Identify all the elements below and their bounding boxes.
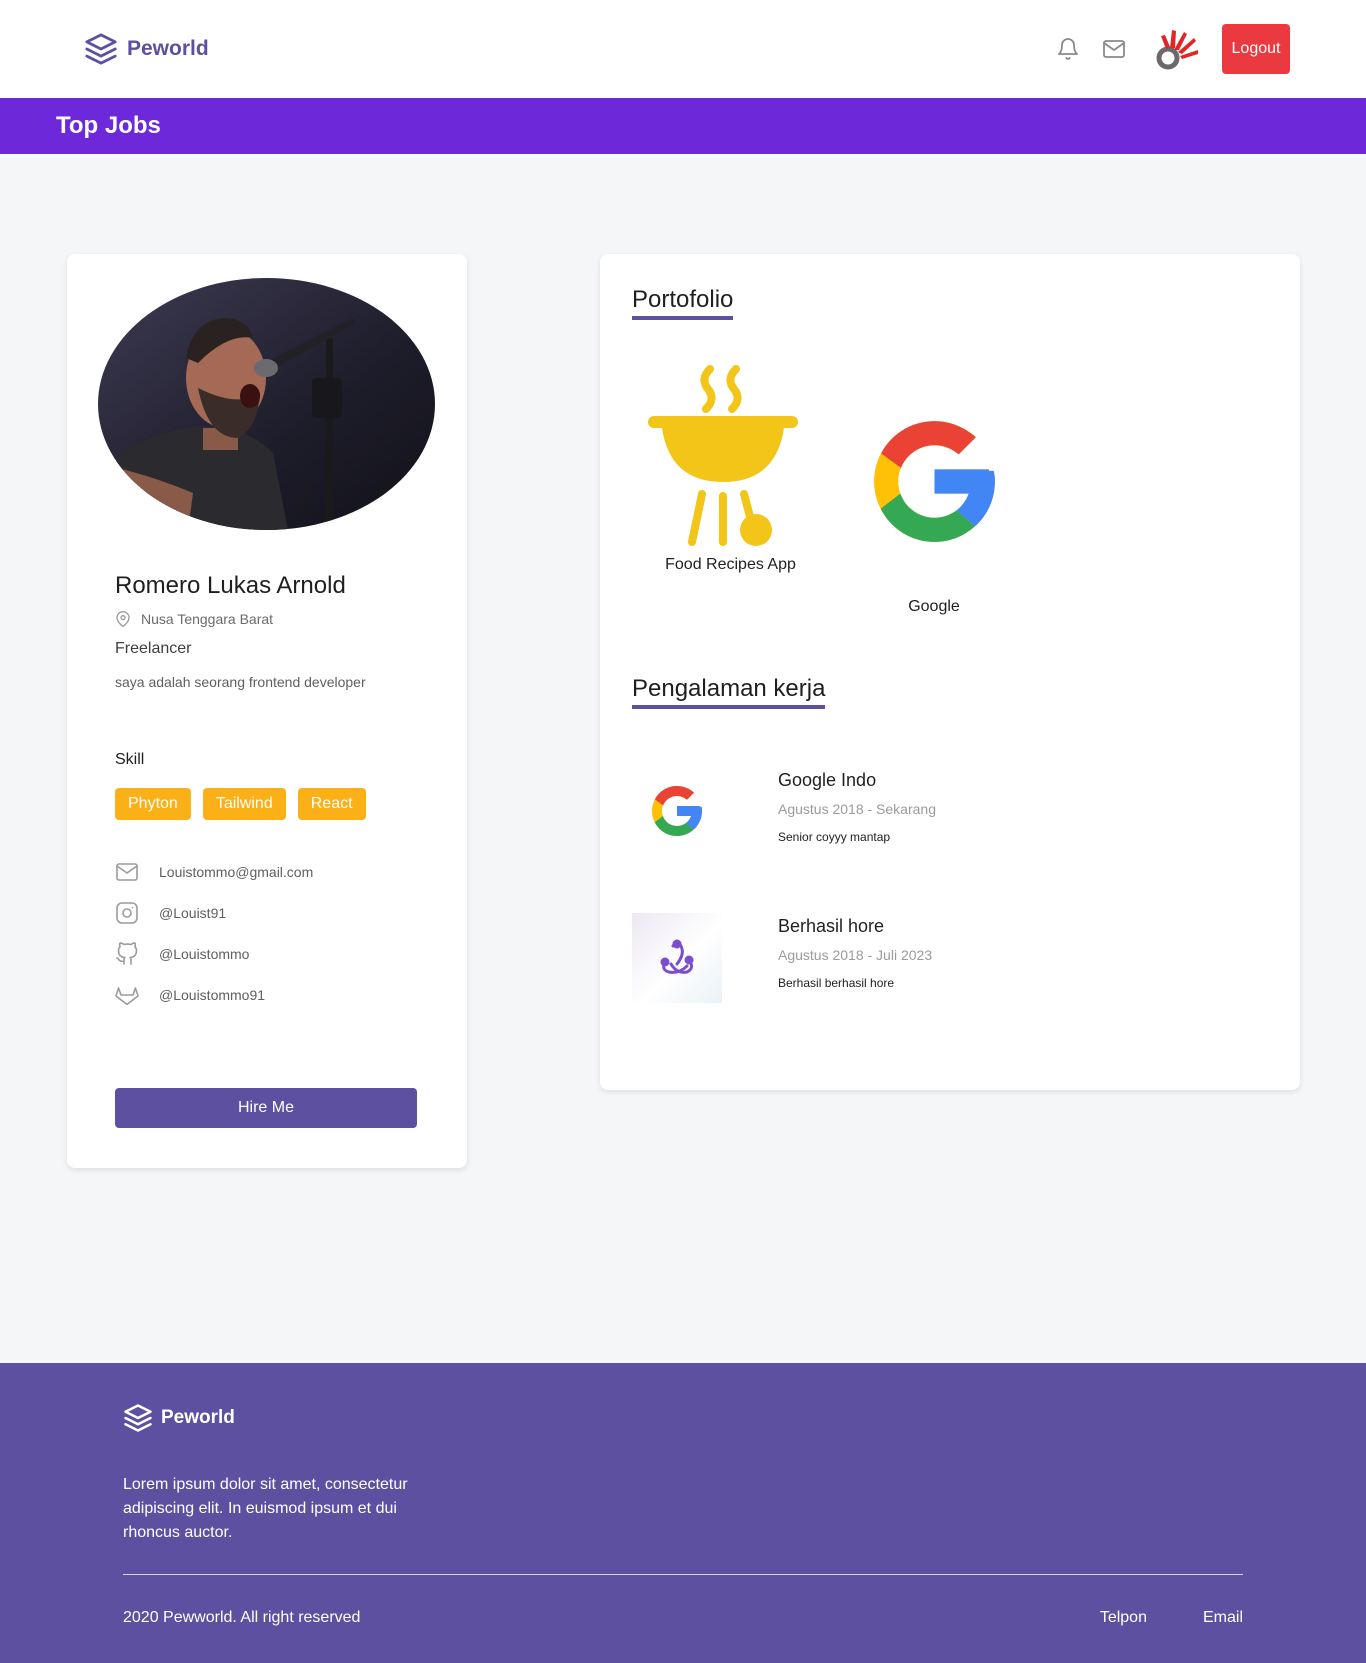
contact-email[interactable]: Louistommo@gmail.com (115, 860, 313, 884)
avatar[interactable] (1154, 26, 1200, 72)
layers-icon (85, 33, 117, 65)
footer-divider (123, 1574, 1243, 1575)
portfolio-card: Portofolio Food Recipes App Google Penga… (600, 254, 1300, 1090)
contact-gitlab-text: @Louistommo91 (159, 987, 266, 1003)
skill-title: Skill (115, 751, 145, 768)
footer-link-email[interactable]: Email (1203, 1609, 1243, 1627)
footer-links: Telpon Email (1100, 1609, 1243, 1627)
skill-tag: Tailwind (202, 788, 286, 820)
contact-list: Louistommo@gmail.com @Louist91 @Louistom… (115, 860, 313, 1024)
experience-description: Senior coyyy mantap (778, 830, 891, 844)
bell-icon[interactable] (1056, 37, 1080, 61)
contact-email-text: Louistommo@gmail.com (159, 864, 314, 880)
profile-photo-image (98, 278, 435, 530)
gitlab-icon (115, 987, 139, 1006)
banner-title: Top Jobs (56, 112, 161, 139)
redux-icon (660, 939, 694, 974)
logout-button[interactable]: Logout (1222, 24, 1290, 74)
mail-icon[interactable] (1102, 37, 1126, 61)
profile-bio: saya adalah seorang frontend developer (115, 674, 366, 690)
profile-role: Freelancer (115, 640, 192, 657)
experience-logo (632, 766, 722, 856)
footer-brand-name: Peworld (161, 1407, 235, 1428)
top-banner: Top Jobs (0, 98, 1366, 154)
instagram-icon (116, 902, 138, 924)
profile-card: Romero Lukas Arnold Nusa Tenggara Barat … (67, 254, 467, 1168)
experience-company: Berhasil hore (778, 916, 885, 936)
skill-tag: React (297, 788, 366, 820)
location-text: Nusa Tenggara Barat (141, 611, 274, 627)
experience-logo (632, 913, 722, 1003)
portfolio-label: Google (908, 598, 960, 615)
experience-company: Google Indo (778, 770, 877, 790)
portfolio-label: Food Recipes App (665, 556, 796, 573)
contact-github-text: @Louistommo (159, 946, 250, 962)
footer-copyright: 2020 Pewworld. All right reserved (123, 1609, 361, 1626)
contact-github[interactable]: @Louistommo (115, 942, 313, 966)
profile-location: Nusa Tenggara Barat (115, 611, 273, 627)
tab-experience[interactable]: Pengalaman kerja (632, 675, 826, 709)
brand-logo[interactable]: Peworld (84, 32, 209, 66)
contact-instagram-text: @Louist91 (159, 905, 227, 921)
google-logo-icon (652, 786, 702, 836)
contact-instagram[interactable]: @Louist91 (115, 901, 313, 925)
map-pin-icon (116, 611, 130, 627)
tab-portfolio[interactable]: Portofolio (632, 286, 734, 320)
grill-icon (648, 365, 798, 546)
footer-link-telpon[interactable]: Telpon (1100, 1609, 1147, 1627)
footer: Peworld Lorem ipsum dolor sit amet, cons… (0, 1363, 1366, 1663)
layers-icon (124, 1404, 152, 1432)
hire-me-button[interactable]: Hire Me (115, 1088, 417, 1128)
mail-icon (116, 863, 138, 881)
experience-dates: Agustus 2018 - Juli 2023 (778, 947, 933, 963)
brand-name: Peworld (127, 37, 209, 60)
experience-description: Berhasil berhasil hore (778, 976, 895, 990)
footer-brand[interactable]: Peworld (123, 1403, 235, 1433)
navbar-actions: Logout (1056, 24, 1290, 74)
google-logo-icon (874, 421, 995, 542)
skill-tag: Phyton (115, 788, 191, 820)
profile-name: Romero Lukas Arnold (115, 572, 346, 599)
profile-photo (98, 278, 435, 530)
footer-description: Lorem ipsum dolor sit amet, consectetur … (123, 1476, 408, 1541)
navbar: Peworld Logout (0, 0, 1366, 98)
skill-list: Phyton Tailwind React (115, 788, 366, 820)
experience-dates: Agustus 2018 - Sekarang (778, 801, 936, 817)
github-icon (116, 942, 138, 965)
contact-gitlab[interactable]: @Louistommo91 (115, 983, 313, 1007)
